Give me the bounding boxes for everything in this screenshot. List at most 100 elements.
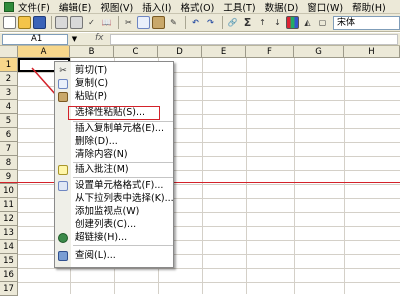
row-header-3[interactable]: 3 [0,86,18,100]
print-preview-icon[interactable] [70,16,83,29]
redo-icon[interactable]: ↷ [204,16,217,29]
excel-app-icon[interactable] [4,1,14,12]
row-header-6[interactable]: 6 [0,128,18,142]
chart-wizard-icon[interactable] [286,16,299,29]
row-header-5[interactable]: 5 [0,114,18,128]
insert-function-icon[interactable]: fx [95,33,104,43]
column-header-g[interactable]: G [294,46,344,58]
row-header-16[interactable]: 16 [0,268,18,282]
menu-item-add-watch[interactable]: 添加监视点(W) [55,206,173,218]
paste-icon [58,92,68,102]
grid-line [344,58,345,294]
menu-item-label: 剪切(T) [75,65,108,76]
column-header-d[interactable]: D [158,46,202,58]
menu-format[interactable]: 格式(O) [180,0,214,14]
open-folder-icon[interactable] [18,16,31,29]
menu-edit[interactable]: 编辑(E) [59,0,91,14]
column-header-e[interactable]: E [202,46,246,58]
autosum-icon[interactable]: Σ [241,16,254,29]
new-document-icon[interactable] [3,16,16,29]
menu-window[interactable]: 窗口(W) [307,0,343,14]
menu-file[interactable]: 文件(F) [18,0,50,14]
menu-item-copy[interactable]: 复制(C) [55,78,173,90]
sort-descending-icon[interactable]: ↓ [271,16,284,29]
menu-item-hyperlink[interactable]: 超链接(H)... [55,232,173,244]
copy-icon[interactable] [137,16,150,29]
spelling-icon[interactable]: ✓ [85,16,98,29]
row-header-14[interactable]: 14 [0,240,18,254]
row-header-11[interactable]: 11 [0,198,18,212]
row-header-8[interactable]: 8 [0,156,18,170]
menu-item-research[interactable]: 查阅(L)... [55,250,173,262]
menu-item-pick-from-list[interactable]: 从下拉列表中选择(K)... [55,193,174,205]
row-header-7[interactable]: 7 [0,142,18,156]
column-header-f[interactable]: F [246,46,294,58]
column-header-b[interactable]: B [70,46,114,58]
row-header-12[interactable]: 12 [0,212,18,226]
menu-view[interactable]: 视图(V) [100,0,133,14]
zoom-icon[interactable]: ▢ [316,16,329,29]
menu-item-label: 选择性粘贴(S)... [75,107,146,118]
research-toolbar-icon[interactable]: 📖 [100,16,113,29]
formula-input[interactable] [110,34,398,45]
save-icon[interactable] [33,16,46,29]
name-box[interactable]: A1 [2,34,68,45]
research-icon [58,251,68,261]
column-header-h[interactable]: H [344,46,400,58]
menu-help[interactable]: 帮助(H) [352,0,386,14]
menu-tools[interactable]: 工具(T) [223,0,255,14]
row-header-10[interactable]: 10 [0,184,18,198]
grid-line [18,268,400,269]
menu-item-label: 删除(D)... [75,136,118,147]
copy-icon [58,79,68,89]
toolbar-separator [118,16,119,29]
menu-item-label: 从下拉列表中选择(K)... [75,193,174,204]
menu-separator [73,121,173,122]
scissors-icon: ✂ [59,66,67,76]
hyperlink-toolbar-icon[interactable]: 🔗 [226,16,239,29]
menu-item-label: 创建列表(C)... [75,219,137,230]
menu-separator [73,162,173,163]
menu-item-clear-contents[interactable]: 清除内容(N) [55,149,173,161]
menu-item-insert-copied-cells[interactable]: 插入复制单元格(E)... [55,123,173,135]
name-box-dropdown-icon[interactable]: ▼ [70,34,79,45]
row-header-1[interactable]: 1 [0,58,18,72]
row-header-13[interactable]: 13 [0,226,18,240]
undo-icon[interactable]: ↶ [189,16,202,29]
menu-item-format-cells[interactable]: 设置单元格格式(F)... [55,180,173,192]
menu-item-delete[interactable]: 删除(D)... [55,136,173,148]
grid-line [294,58,295,294]
menu-item-insert-comment[interactable]: 插入批注(M) [55,164,173,176]
menu-item-paste-special[interactable]: 选择性粘贴(S)... [55,107,173,119]
menu-item-create-list[interactable]: 创建列表(C)... [55,219,173,231]
cut-icon[interactable]: ✂ [122,16,135,29]
menu-item-label: 插入复制单元格(E)... [75,123,164,134]
drawing-icon[interactable]: ◭ [301,16,314,29]
row-header-4[interactable]: 4 [0,100,18,114]
menu-data[interactable]: 数据(D) [265,0,299,14]
font-name-select[interactable]: 宋体 [333,16,400,30]
menu-item-label: 插入批注(M) [75,164,129,175]
toolbar-separator [222,16,223,29]
menu-item-label: 查阅(L)... [75,250,116,261]
print-icon[interactable] [55,16,68,29]
column-header-a[interactable]: A [18,46,70,58]
format-painter-icon[interactable]: ✎ [167,16,180,29]
sort-ascending-icon[interactable]: ↑ [256,16,269,29]
menu-item-paste[interactable]: 粘贴(P) [55,91,173,103]
menu-item-label: 添加监视点(W) [75,206,140,217]
menu-insert[interactable]: 插入(I) [142,0,171,14]
row-header-2[interactable]: 2 [0,72,18,86]
menu-item-label: 超链接(H)... [75,232,128,243]
formula-bar: A1 ▼ fx [0,33,400,46]
menu-item-label: 清除内容(N) [75,149,128,160]
row-header-15[interactable]: 15 [0,254,18,268]
format-cells-icon [58,181,68,191]
paste-icon[interactable] [152,16,165,29]
column-header-c[interactable]: C [114,46,158,58]
menu-item-cut[interactable]: ✂ 剪切(T) [55,65,173,77]
context-menu: ✂ 剪切(T) 复制(C) 粘贴(P) 选择性粘贴(S)... 插入复制单元格(… [54,61,174,268]
select-all-corner[interactable] [0,46,18,58]
grid-line [246,58,247,294]
menu-item-label: 复制(C) [75,78,109,89]
